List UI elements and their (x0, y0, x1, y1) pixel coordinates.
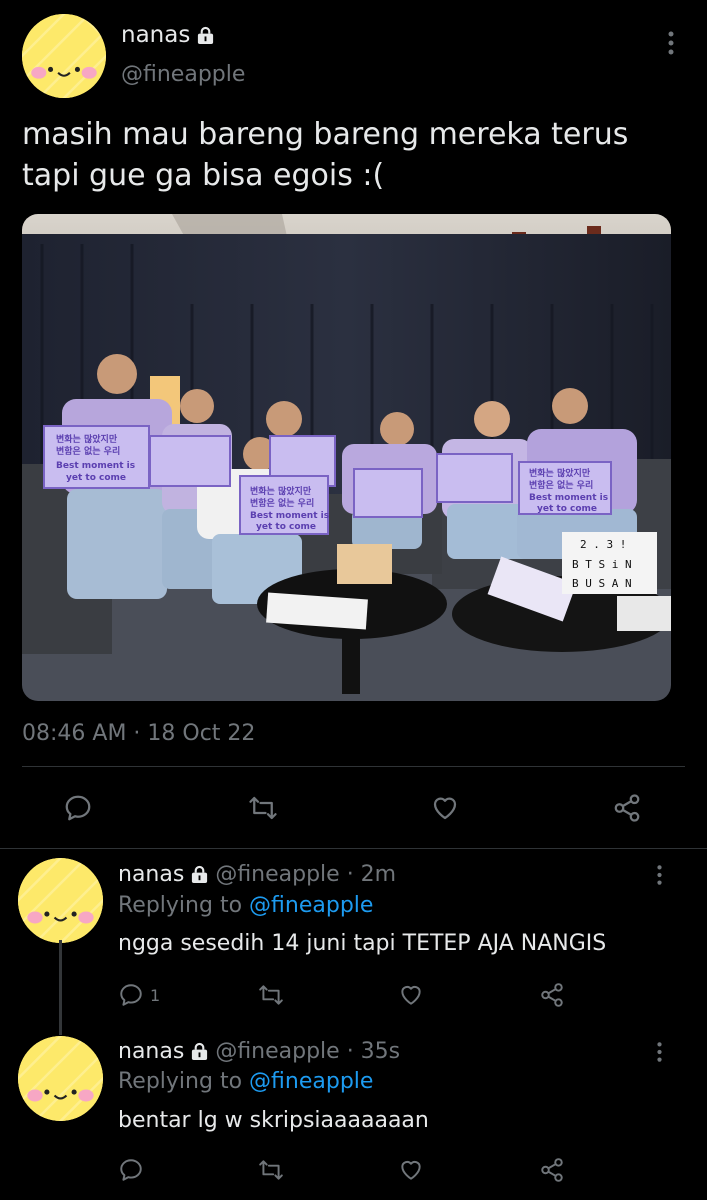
sign-text-6: 변함은 없는 우리 (250, 497, 314, 509)
reply-2-header: nanas @fineapple · 35s (118, 1039, 400, 1064)
more-vertical-icon[interactable] (667, 30, 675, 56)
sign-text-7: Best moment is (250, 511, 329, 521)
tweet-text-line2: tapi gue ga bisa egois :( (22, 158, 385, 193)
photo-scene: 변화는 많았지만 변함은 없는 우리 Best moment is yet to… (22, 214, 671, 701)
divider-1 (22, 766, 685, 767)
replying-to-handle[interactable]: @fineapple (249, 1069, 373, 1094)
share-icon[interactable] (612, 793, 642, 823)
reply-2-text: bentar lg w skripsiaaaaaaan (118, 1108, 429, 1133)
sign-text-2: 변함은 없는 우리 (56, 445, 120, 457)
author-handle[interactable]: @fineapple (121, 62, 245, 87)
retweet-icon[interactable] (258, 982, 284, 1008)
display-name[interactable]: nanas (121, 22, 190, 48)
lock-icon (192, 1042, 208, 1061)
sign-text-1: 변화는 많았지만 (56, 433, 118, 445)
retweet-icon[interactable] (258, 1157, 284, 1183)
replying-to-label: Replying to (118, 1069, 243, 1094)
sign-text-12: yet to come (537, 504, 597, 514)
lock-icon (198, 26, 214, 44)
heart-icon[interactable] (430, 793, 460, 823)
reply-1-handle-time[interactable]: @fineapple · 2m (215, 862, 396, 887)
heart-icon[interactable] (398, 1157, 424, 1183)
tweet-text: masih mau bareng bareng mereka terus tap… (22, 114, 682, 196)
reply-icon[interactable] (63, 793, 93, 823)
sign-text-11: Best moment is (529, 493, 608, 503)
reply-1-header: nanas @fineapple · 2m (118, 862, 396, 887)
lightbox-line2: B T S i N (572, 558, 632, 571)
reply-1-text: ngga sesedih 14 juni tapi TETEP AJA NANG… (118, 931, 607, 956)
reply-2-avatar[interactable] (18, 1036, 103, 1121)
reply-2-replying-to: Replying to @fineapple (118, 1069, 373, 1094)
sign-text-5: 변화는 많았지만 (250, 485, 312, 497)
reply-2-display-name[interactable]: nanas (118, 1039, 184, 1064)
sign-text-3: Best moment is (56, 461, 135, 471)
replying-to-handle[interactable]: @fineapple (249, 893, 373, 918)
sign-text-4: yet to come (66, 473, 126, 483)
reply-1-avatar[interactable] (18, 858, 103, 943)
sign-text-10: 변함은 없는 우리 (529, 479, 593, 491)
reply-icon[interactable] (118, 1157, 144, 1183)
more-vertical-icon[interactable] (656, 864, 663, 886)
reply-1-display-name[interactable]: nanas (118, 862, 184, 887)
heart-icon[interactable] (398, 982, 424, 1008)
divider-2 (0, 848, 707, 849)
thread-connector (59, 940, 62, 1035)
share-icon[interactable] (539, 982, 565, 1008)
sign-text-9: 변화는 많았지만 (529, 467, 591, 479)
more-vertical-icon[interactable] (656, 1041, 663, 1063)
main-avatar[interactable] (22, 14, 106, 98)
reply-icon[interactable] (118, 982, 144, 1008)
replying-to-label: Replying to (118, 893, 243, 918)
reply-count: 1 (150, 986, 161, 1005)
tweet-text-line1: masih mau bareng bareng mereka terus (22, 117, 629, 152)
tweet-timestamp[interactable]: 08:46 AM · 18 Oct 22 (22, 721, 255, 746)
author-name[interactable]: nanas (121, 22, 215, 48)
share-icon[interactable] (539, 1157, 565, 1183)
reply-2-handle-time[interactable]: @fineapple · 35s (215, 1039, 400, 1064)
lightbox-line3: B U S A N (572, 577, 632, 590)
lightbox-line1: 2 . 3 ! (580, 538, 626, 551)
lock-icon (192, 865, 208, 884)
reply-1-replying-to: Replying to @fineapple (118, 893, 373, 918)
retweet-icon[interactable] (248, 793, 278, 823)
tweet-photo[interactable]: 변화는 많았지만 변함은 없는 우리 Best moment is yet to… (22, 214, 671, 701)
sign-text-8: yet to come (256, 522, 316, 532)
